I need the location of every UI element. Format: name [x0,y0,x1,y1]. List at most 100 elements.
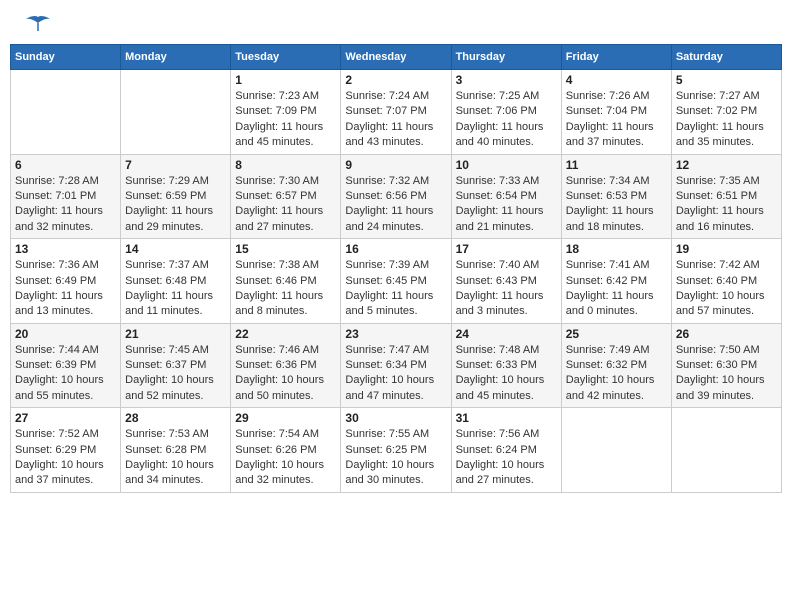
calendar-cell: 2 Sunrise: 7:24 AM Sunset: 7:07 PM Dayli… [341,70,451,155]
sunset-label: Sunset: [125,275,165,287]
calendar-cell [121,70,231,155]
day-number: 8 [235,158,336,172]
sunset-label: Sunset: [125,190,165,202]
sunrise-label: Sunrise: [345,344,388,356]
day-number: 24 [456,327,557,341]
day-info: Sunrise: 7:40 AM Sunset: 6:43 PM Dayligh… [456,258,557,320]
day-number: 31 [456,411,557,425]
daylight-label: Daylight: [235,374,281,386]
sunset-label: Sunset: [566,105,606,117]
sunset-value: 7:02 PM [716,105,757,117]
day-info: Sunrise: 7:44 AM Sunset: 6:39 PM Dayligh… [15,343,116,405]
weekday-header-sunday: Sunday [11,45,121,70]
day-info: Sunrise: 7:25 AM Sunset: 7:06 PM Dayligh… [456,89,557,151]
sunset-label: Sunset: [15,359,55,371]
calendar-cell: 20 Sunrise: 7:44 AM Sunset: 6:39 PM Dayl… [11,323,121,408]
sunset-value: 6:57 PM [276,190,317,202]
sunset-value: 6:48 PM [166,275,207,287]
sunrise-value: 7:40 AM [499,259,539,271]
sunrise-label: Sunrise: [676,90,719,102]
sunrise-label: Sunrise: [566,344,609,356]
calendar-cell: 9 Sunrise: 7:32 AM Sunset: 6:56 PM Dayli… [341,154,451,239]
day-number: 7 [125,158,226,172]
calendar-body: 1 Sunrise: 7:23 AM Sunset: 7:09 PM Dayli… [11,70,782,493]
daylight-label: Daylight: [345,121,391,133]
daylight-label: Daylight: [456,290,502,302]
sunset-value: 6:56 PM [386,190,427,202]
sunrise-label: Sunrise: [456,344,499,356]
sunset-value: 6:43 PM [496,275,537,287]
page-header [10,10,782,34]
sunset-value: 6:49 PM [55,275,96,287]
sunrise-label: Sunrise: [676,259,719,271]
sunset-value: 6:34 PM [386,359,427,371]
day-number: 11 [566,158,667,172]
daylight-label: Daylight: [676,374,722,386]
sunrise-value: 7:33 AM [499,175,539,187]
sunset-value: 6:36 PM [276,359,317,371]
day-info: Sunrise: 7:42 AM Sunset: 6:40 PM Dayligh… [676,258,777,320]
weekday-header-wednesday: Wednesday [341,45,451,70]
sunrise-label: Sunrise: [235,428,278,440]
day-number: 22 [235,327,336,341]
sunset-label: Sunset: [15,275,55,287]
sunrise-value: 7:55 AM [389,428,429,440]
sunrise-label: Sunrise: [676,344,719,356]
calendar-cell: 23 Sunrise: 7:47 AM Sunset: 6:34 PM Dayl… [341,323,451,408]
day-info: Sunrise: 7:54 AM Sunset: 6:26 PM Dayligh… [235,427,336,489]
calendar-cell: 17 Sunrise: 7:40 AM Sunset: 6:43 PM Dayl… [451,239,561,324]
sunrise-value: 7:47 AM [389,344,429,356]
weekday-header-friday: Friday [561,45,671,70]
daylight-label: Daylight: [566,374,612,386]
sunset-label: Sunset: [15,444,55,456]
sunset-value: 6:25 PM [386,444,427,456]
sunset-value: 6:51 PM [716,190,757,202]
day-info: Sunrise: 7:46 AM Sunset: 6:36 PM Dayligh… [235,343,336,405]
daylight-label: Daylight: [345,459,391,471]
calendar-cell: 3 Sunrise: 7:25 AM Sunset: 7:06 PM Dayli… [451,70,561,155]
daylight-label: Daylight: [676,205,722,217]
sunrise-label: Sunrise: [456,259,499,271]
calendar-cell: 12 Sunrise: 7:35 AM Sunset: 6:51 PM Dayl… [671,154,781,239]
calendar-cell [561,408,671,493]
calendar-cell: 22 Sunrise: 7:46 AM Sunset: 6:36 PM Dayl… [231,323,341,408]
calendar-cell: 30 Sunrise: 7:55 AM Sunset: 6:25 PM Dayl… [341,408,451,493]
calendar-cell: 19 Sunrise: 7:42 AM Sunset: 6:40 PM Dayl… [671,239,781,324]
day-info: Sunrise: 7:45 AM Sunset: 6:37 PM Dayligh… [125,343,226,405]
sunrise-value: 7:39 AM [389,259,429,271]
weekday-header-saturday: Saturday [671,45,781,70]
sunset-label: Sunset: [676,359,716,371]
logo [20,15,52,29]
calendar-cell [671,408,781,493]
day-info: Sunrise: 7:27 AM Sunset: 7:02 PM Dayligh… [676,89,777,151]
sunrise-value: 7:36 AM [58,259,98,271]
sunset-label: Sunset: [345,190,385,202]
sunrise-value: 7:37 AM [169,259,209,271]
daylight-label: Daylight: [125,205,171,217]
day-number: 12 [676,158,777,172]
sunrise-value: 7:52 AM [58,428,98,440]
day-info: Sunrise: 7:38 AM Sunset: 6:46 PM Dayligh… [235,258,336,320]
daylight-label: Daylight: [345,374,391,386]
calendar-cell: 14 Sunrise: 7:37 AM Sunset: 6:48 PM Dayl… [121,239,231,324]
sunset-value: 6:24 PM [496,444,537,456]
sunset-label: Sunset: [345,275,385,287]
day-info: Sunrise: 7:49 AM Sunset: 6:32 PM Dayligh… [566,343,667,405]
calendar-cell: 5 Sunrise: 7:27 AM Sunset: 7:02 PM Dayli… [671,70,781,155]
daylight-label: Daylight: [456,459,502,471]
calendar-cell: 18 Sunrise: 7:41 AM Sunset: 6:42 PM Dayl… [561,239,671,324]
sunset-label: Sunset: [235,190,275,202]
sunrise-label: Sunrise: [125,175,168,187]
sunset-value: 6:42 PM [606,275,647,287]
day-info: Sunrise: 7:35 AM Sunset: 6:51 PM Dayligh… [676,174,777,236]
sunset-value: 6:37 PM [166,359,207,371]
daylight-label: Daylight: [125,374,171,386]
calendar-week-1: 1 Sunrise: 7:23 AM Sunset: 7:09 PM Dayli… [11,70,782,155]
sunset-label: Sunset: [456,275,496,287]
calendar-cell: 28 Sunrise: 7:53 AM Sunset: 6:28 PM Dayl… [121,408,231,493]
sunrise-label: Sunrise: [345,175,388,187]
sunrise-label: Sunrise: [345,259,388,271]
day-number: 16 [345,242,446,256]
sunrise-label: Sunrise: [235,259,278,271]
day-number: 3 [456,73,557,87]
